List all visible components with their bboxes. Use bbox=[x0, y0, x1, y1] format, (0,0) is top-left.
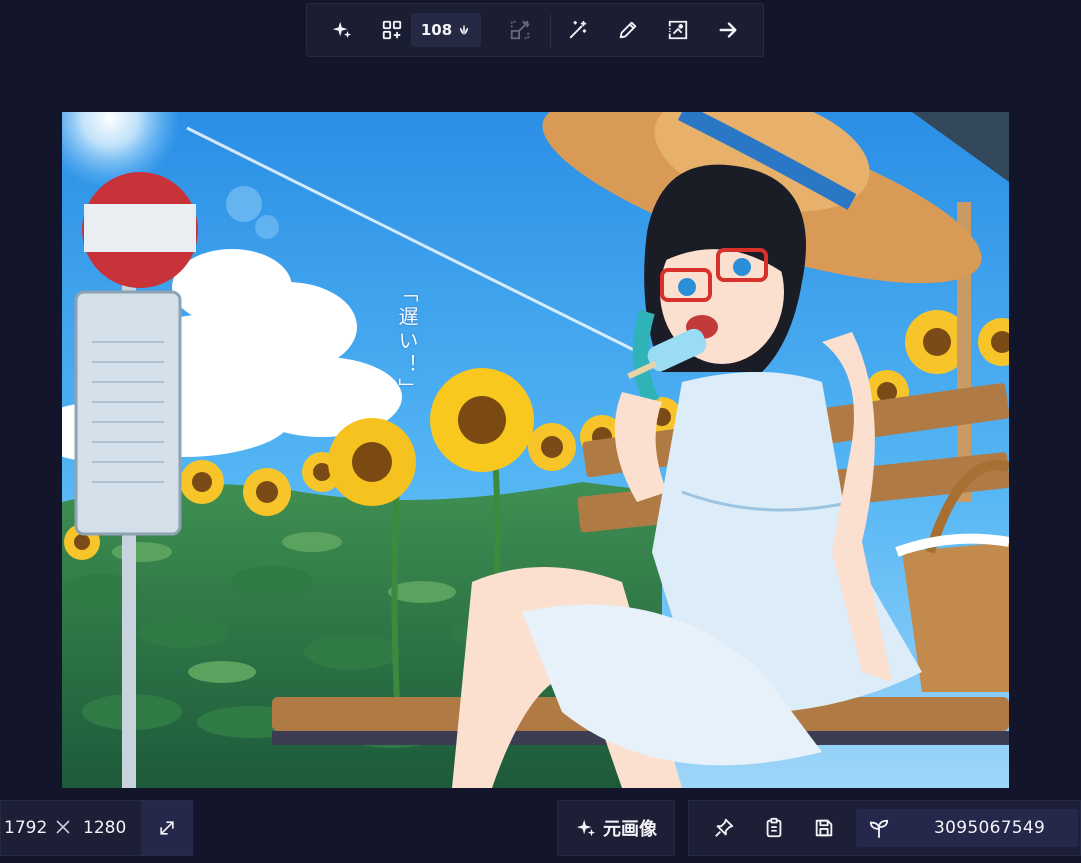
save-icon bbox=[815, 819, 833, 837]
anime-illustration bbox=[62, 112, 1009, 788]
save-button[interactable] bbox=[807, 811, 841, 845]
arrow-right-icon bbox=[719, 22, 737, 38]
upscale-icon bbox=[510, 20, 530, 40]
original-image-label: 元画像 bbox=[603, 819, 657, 840]
upscale-button[interactable] bbox=[503, 13, 537, 47]
pin-button[interactable] bbox=[707, 811, 741, 845]
inpaint-button[interactable] bbox=[661, 13, 695, 47]
pencil-icon bbox=[619, 21, 637, 39]
expand-diagonal-icon bbox=[160, 821, 174, 835]
image-width: 1792 bbox=[4, 818, 48, 838]
speech-text: 「遅い！」 bbox=[395, 282, 419, 402]
variations-button[interactable] bbox=[375, 13, 409, 47]
times-icon bbox=[56, 820, 70, 834]
original-image-button[interactable]: 元画像 bbox=[557, 800, 675, 856]
clipboard-icon bbox=[766, 817, 782, 838]
sparkles-icon bbox=[332, 21, 352, 39]
pin-icon bbox=[715, 818, 734, 837]
image-height: 1280 bbox=[83, 818, 127, 838]
anlas-value: 108 bbox=[420, 21, 453, 39]
generated-image[interactable]: 「遅い！」 bbox=[62, 112, 1009, 788]
grid-plus-icon bbox=[382, 20, 402, 40]
seed-value: 3095067549 bbox=[934, 818, 1046, 838]
wand-icon bbox=[569, 20, 587, 39]
enhance-button[interactable] bbox=[325, 13, 359, 47]
anlas-cost-badge: 108 bbox=[411, 13, 481, 47]
toolbar-divider bbox=[550, 14, 551, 48]
sparkles-icon bbox=[576, 819, 596, 837]
seed-field[interactable]: 3095067549 bbox=[856, 809, 1078, 847]
sprout-icon bbox=[869, 819, 889, 838]
resize-button[interactable] bbox=[141, 801, 193, 855]
image-toolbar: 108 bbox=[306, 3, 764, 57]
inpaint-icon bbox=[668, 20, 688, 40]
next-button[interactable] bbox=[711, 13, 745, 47]
magic-wand-button[interactable] bbox=[561, 13, 595, 47]
image-actions: 3095067549 bbox=[688, 800, 1081, 856]
pencil-button[interactable] bbox=[611, 13, 645, 47]
anlas-leaf-icon bbox=[460, 24, 469, 36]
copy-button[interactable] bbox=[757, 811, 791, 845]
image-dimensions: 1792 1280 bbox=[0, 800, 193, 856]
